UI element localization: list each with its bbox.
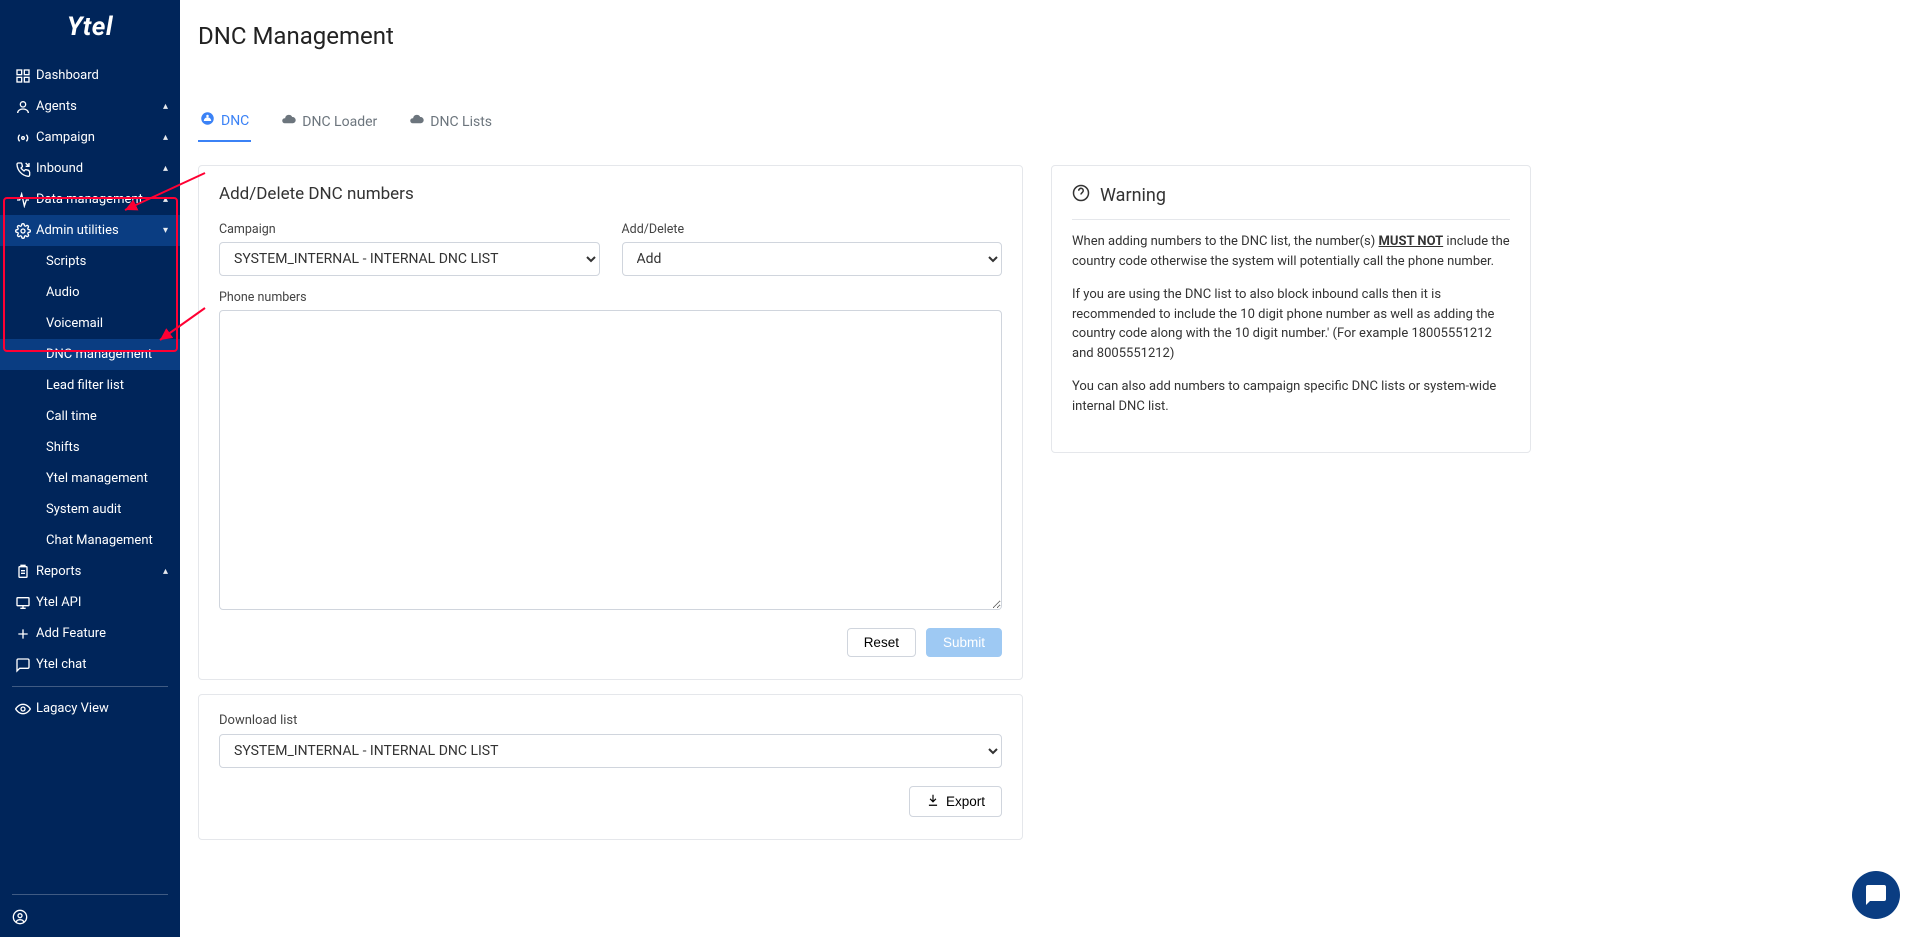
tab-label: DNC Loader [302,114,377,130]
sidebar-item-label: Campaign [34,130,163,145]
sidebar-sub-audio[interactable]: Audio [0,277,180,308]
warning-p1: When adding numbers to the DNC list, the… [1072,232,1510,271]
user-circle-icon [12,909,28,929]
reset-button[interactable]: Reset [847,628,916,657]
add-delete-panel: Add/Delete DNC numbers Campaign SYSTEM_I… [198,165,1023,680]
chevron-up-icon: ▴ [163,132,168,143]
sidebar-item-ytel-api[interactable]: Ytel API [0,587,180,618]
warning-p2: If you are using the DNC list to also bl… [1072,285,1510,363]
chat-icon [12,657,34,673]
tab-dnc-lists[interactable]: DNC Lists [407,105,494,142]
warning-title-text: Warning [1100,185,1166,206]
grid-icon [12,68,34,84]
sidebar-sub-lead-filter[interactable]: Lead filter list [0,370,180,401]
sidebar-item-label: Dashboard [34,68,168,83]
tab-dnc-loader[interactable]: DNC Loader [279,105,379,142]
chevron-up-icon: ▴ [163,566,168,577]
dashboard-icon [200,111,215,130]
plus-icon [12,626,34,642]
sidebar-item-agents[interactable]: Agents ▴ [0,91,180,122]
sidebar-item-ytel-chat[interactable]: Ytel chat [0,649,180,680]
sidebar-item-legacy-view[interactable]: Lagacy View [0,693,180,724]
panel-title: Add/Delete DNC numbers [219,184,1002,204]
sidebar-item-campaign[interactable]: Campaign ▴ [0,122,180,153]
campaign-select[interactable]: SYSTEM_INTERNAL - INTERNAL DNC LIST [219,242,600,276]
main-content: DNC Management DNC DNC Loader DNC Lists [180,0,1920,937]
sidebar-item-label: Scripts [44,254,168,269]
sidebar-sub-scripts[interactable]: Scripts [0,246,180,277]
tabs: DNC DNC Loader DNC Lists [198,105,1892,143]
sidebar-item-label: Shifts [44,440,168,455]
chevron-up-icon: ▴ [163,163,168,174]
phone-numbers-textarea[interactable] [219,310,1002,610]
chevron-up-icon: ▴ [163,194,168,205]
add-delete-select[interactable]: Add [622,242,1003,276]
sidebar-item-add-feature[interactable]: Add Feature [0,618,180,649]
sidebar-sub-dnc-management[interactable]: DNC management [0,339,180,370]
sidebar-item-label: Reports [34,564,163,579]
user-icon [12,99,34,115]
export-label: Export [946,794,985,809]
sidebar-item-dashboard[interactable]: Dashboard [0,60,180,91]
warning-panel: Warning When adding numbers to the DNC l… [1051,165,1531,453]
activity-icon [12,192,34,208]
submit-button[interactable]: Submit [926,628,1002,657]
clipboard-icon [12,564,34,580]
sidebar-item-label: Agents [34,99,163,114]
sidebar-item-label: Ytel chat [34,657,168,672]
gear-icon [12,223,34,239]
phone-numbers-label: Phone numbers [219,290,1002,305]
chevron-down-icon: ▾ [163,225,168,236]
eye-icon [12,701,34,717]
sidebar-item-label: Audio [44,285,168,300]
sidebar-item-label: Voicemail [44,316,168,331]
sidebar-item-inbound[interactable]: Inbound ▴ [0,153,180,184]
broadcast-icon [12,130,34,146]
tab-label: DNC Lists [430,114,492,130]
sidebar-sub-ytel-mgmt[interactable]: Ytel management [0,463,180,494]
monitor-icon [12,595,34,611]
sidebar-footer [0,901,180,937]
sidebar-item-label: Add Feature [34,626,168,641]
download-panel: Download list SYSTEM_INTERNAL - INTERNAL… [198,694,1023,840]
download-label: Download list [219,713,1002,728]
cloud-icon [281,112,296,131]
sidebar-item-label: Inbound [34,161,163,176]
warning-p3: You can also add numbers to campaign spe… [1072,377,1510,416]
sidebar-item-admin-utilities[interactable]: Admin utilities ▾ [0,215,180,246]
sidebar-sub-call-time[interactable]: Call time [0,401,180,432]
sidebar-item-label: Chat Management [44,533,168,548]
tab-dnc[interactable]: DNC [198,105,251,142]
chevron-up-icon: ▴ [163,101,168,112]
sidebar-item-reports[interactable]: Reports ▴ [0,556,180,587]
sidebar-item-label: Data management [34,192,163,207]
sidebar-item-label: DNC management [44,347,168,362]
add-delete-label: Add/Delete [622,222,1003,237]
sidebar-item-label: System audit [44,502,168,517]
download-select[interactable]: SYSTEM_INTERNAL - INTERNAL DNC LIST [219,734,1002,768]
sidebar-item-label: Ytel API [34,595,168,610]
sidebar-sub-system-audit[interactable]: System audit [0,494,180,525]
export-button[interactable]: Export [909,786,1002,817]
phone-in-icon [12,161,34,177]
sidebar: Ytel Dashboard Agents ▴ Campaign ▴ [0,0,180,937]
page-title: DNC Management [198,22,1892,50]
sidebar-item-label: Lagacy View [34,701,168,716]
tab-label: DNC [221,113,249,129]
campaign-label: Campaign [219,222,600,237]
chat-widget-button[interactable] [1852,871,1900,919]
sidebar-item-data-management[interactable]: Data management ▴ [0,184,180,215]
warning-title: Warning [1072,184,1510,207]
app-logo: Ytel [0,0,180,60]
sidebar-sub-shifts[interactable]: Shifts [0,432,180,463]
cloud-icon [409,112,424,131]
sidebar-sub-voicemail[interactable]: Voicemail [0,308,180,339]
sidebar-item-label: Admin utilities [34,223,163,238]
sidebar-item-label: Ytel management [44,471,168,486]
help-circle-icon [1072,184,1090,207]
sidebar-sub-chat-mgmt[interactable]: Chat Management [0,525,180,556]
sidebar-item-label: Call time [44,409,168,424]
download-icon [926,793,940,810]
sidebar-item-label: Lead filter list [44,378,168,393]
